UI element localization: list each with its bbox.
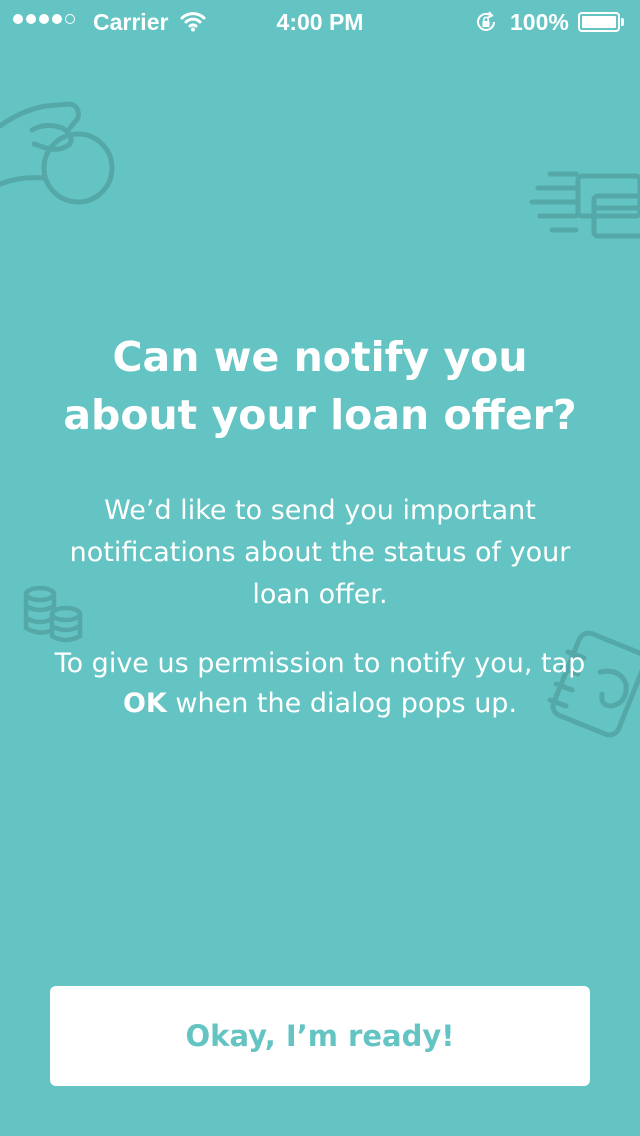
credit-cards-icon: [529, 171, 640, 239]
prompt-title: Can we notify you about your loan offer?: [63, 333, 577, 439]
prompt-instruction: To give us permission to notify you, tap…: [40, 644, 600, 724]
battery-icon: [578, 12, 620, 32]
instruction-ok-emphasis: OK: [122, 688, 167, 719]
status-bar: Carrier 4:00 PM 100%: [0, 0, 640, 44]
ready-button[interactable]: Okay, I’m ready!: [50, 986, 590, 1086]
battery-percentage: 100%: [510, 9, 569, 35]
instruction-prefix: To give us permission to notify you, tap: [54, 648, 586, 679]
prompt-description: We’d like to send you important notifica…: [69, 495, 571, 610]
rotation-lock-icon: [474, 10, 498, 40]
instruction-suffix: when the dialog pops up.: [166, 688, 518, 719]
hand-coin-icon: [0, 101, 115, 205]
permission-prompt: Can we notify you about your loan offer?…: [40, 328, 600, 724]
battery-tip: [621, 18, 624, 26]
